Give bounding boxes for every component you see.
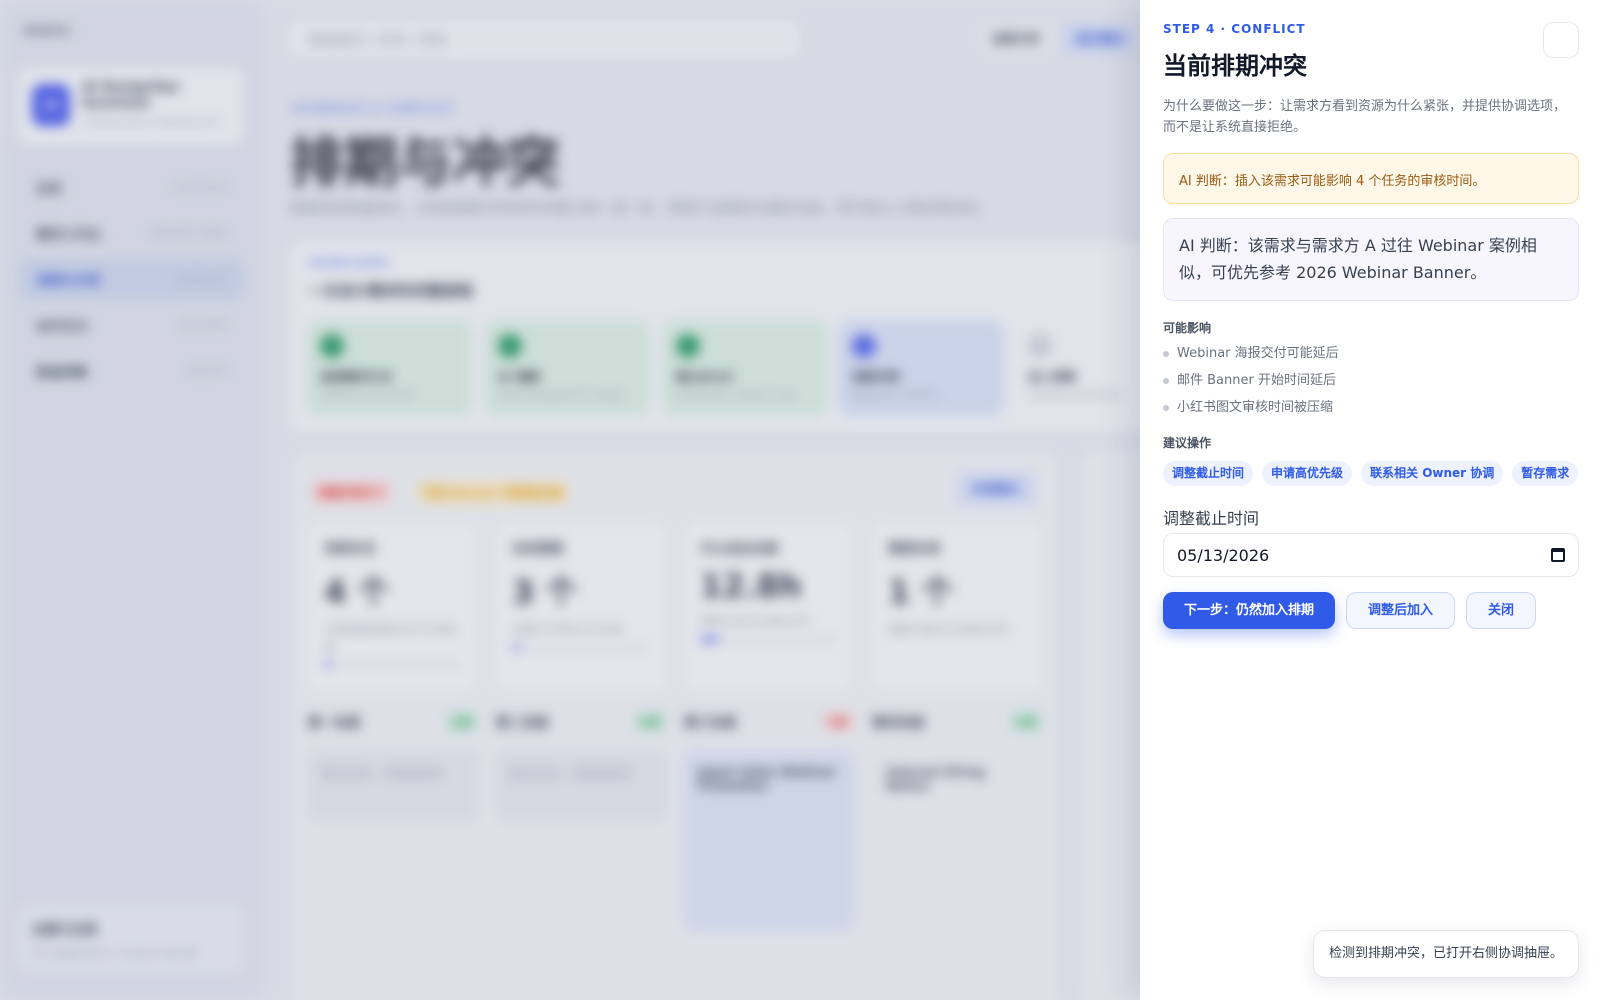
conflict-drawer: STEP 4 · CONFLICT 当前排期冲突 为什么要做这一步：让需求方看到…: [1140, 0, 1600, 1000]
impact-item: 邮件 Banner 开始时间延后: [1163, 367, 1339, 394]
impact-list: Webinar 海报交付可能延后 邮件 Banner 开始时间延后 小红书图文审…: [1163, 340, 1339, 421]
deadline-label: 调整截止时间: [1163, 509, 1260, 528]
ai-warning-banner: AI 判断：插入该需求可能影响 4 个任务的审核时间。: [1163, 153, 1579, 204]
drawer-eyebrow: STEP 4 · CONFLICT: [1163, 22, 1306, 36]
impact-heading: 可能影响: [1163, 321, 1212, 335]
impact-item: Webinar 海报交付可能延后: [1163, 340, 1339, 367]
toast-notification: 检测到排期冲突，已打开右侧协调抽屉。: [1313, 930, 1579, 978]
add-to-schedule-button[interactable]: 下一步：仍然加入排期: [1163, 592, 1336, 629]
adjust-deadline-chip[interactable]: 调整截止时间: [1163, 461, 1254, 486]
request-priority-chip[interactable]: 申请高优先级: [1262, 461, 1353, 486]
actions-heading: 建议操作: [1163, 436, 1212, 450]
deadline-date-input[interactable]: 05/13/2026: [1163, 533, 1579, 577]
drawer-close-button[interactable]: [1543, 22, 1579, 58]
calendar-icon[interactable]: [1551, 548, 1565, 562]
stash-request-chip[interactable]: 暂存需求: [1512, 461, 1579, 486]
impact-item: 小红书图文审核时间被压缩: [1163, 394, 1339, 421]
deadline-value: 05/13/2026: [1177, 545, 1270, 565]
drawer-actions: 下一步：仍然加入排期 调整后加入 关闭: [1163, 592, 1537, 629]
adjust-then-add-button[interactable]: 调整后加入: [1346, 592, 1456, 629]
drawer-intro: 为什么要做这一步：让需求方看到资源为什么紧张，并提供协调选项，而不是让系统直接拒…: [1163, 99, 1567, 135]
drawer-title: 当前排期冲突: [1163, 52, 1307, 80]
suggested-actions: 调整截止时间 申请高优先级 联系相关 Owner 协调 暂存需求: [1163, 461, 1579, 486]
close-button[interactable]: 关闭: [1466, 592, 1537, 629]
contact-owner-chip[interactable]: 联系相关 Owner 协调: [1361, 461, 1504, 486]
ai-suggestion-box: AI 判断：该需求与需求方 A 过往 Webinar 案例相似，可优先参考 20…: [1163, 218, 1579, 301]
